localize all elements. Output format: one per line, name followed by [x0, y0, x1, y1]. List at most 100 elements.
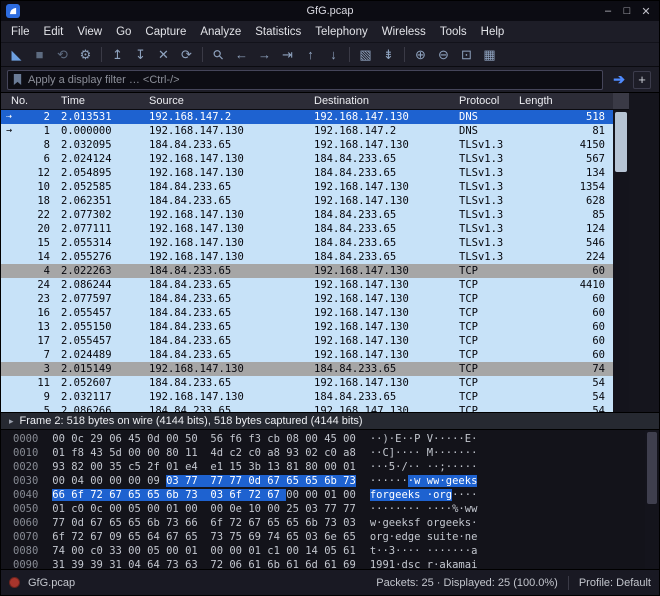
hex-byte[interactable]: 00	[109, 503, 128, 515]
hex-byte[interactable]: 77	[324, 503, 343, 515]
hex-byte[interactable]: 00	[147, 447, 166, 459]
hex-byte[interactable]: f8	[71, 447, 90, 459]
menu-edit[interactable]: Edit	[37, 23, 71, 41]
expert-info-icon[interactable]	[9, 577, 20, 588]
hex-row-0050[interactable]: 005001 c0 0c 00 05 00 01 00 00 0e 10 00 …	[13, 502, 659, 516]
zoom-in-icon[interactable]: ⊕	[409, 45, 432, 65]
hex-byte[interactable]: 00	[147, 503, 166, 515]
hex-byte[interactable]: 80	[166, 447, 185, 459]
zoom-out-icon[interactable]: ⊖	[432, 45, 455, 65]
hex-byte[interactable]: 00	[52, 475, 71, 487]
hex-byte[interactable]: 00	[90, 461, 109, 473]
packet-row-2[interactable]: ⇢22.013531192.168.147.2192.168.147.130DN…	[1, 110, 613, 124]
packet-row-5[interactable]: 52.086266184.84.233.65192.168.147.130TCP…	[1, 404, 613, 412]
packet-row-22[interactable]: 222.077302192.168.147.130184.84.233.65TL…	[1, 208, 613, 222]
capture-options-icon[interactable]: ⚙	[74, 45, 97, 65]
hex-byte[interactable]: 00	[229, 545, 248, 557]
hex-byte[interactable]: 6b	[324, 475, 343, 487]
hex-byte[interactable]: c2	[229, 447, 248, 459]
hex-byte[interactable]: 74	[267, 531, 286, 543]
hex-byte[interactable]: 03	[343, 517, 356, 529]
hex-byte[interactable]: 03	[305, 531, 324, 543]
stop-capture-icon[interactable]: ■	[28, 45, 51, 65]
hex-byte[interactable]: 77	[343, 503, 356, 515]
hex-byte[interactable]: 31	[52, 559, 71, 569]
add-filter-button[interactable]: +	[633, 71, 651, 89]
hex-byte[interactable]: 01	[324, 489, 343, 501]
hex-byte[interactable]: cb	[267, 433, 286, 445]
hex-byte[interactable]: 01	[166, 503, 185, 515]
packet-row-6[interactable]: 62.024124192.168.147.130184.84.233.65TLS…	[1, 152, 613, 166]
hex-byte[interactable]: 0d	[248, 475, 267, 487]
hex-byte[interactable]: 04	[71, 475, 90, 487]
hex-byte[interactable]: 05	[128, 503, 147, 515]
menu-telephony[interactable]: Telephony	[308, 23, 374, 41]
hex-byte[interactable]: 00	[286, 545, 305, 557]
hex-byte[interactable]: 00	[185, 503, 210, 515]
hex-byte[interactable]: 00	[305, 433, 324, 445]
column-header-length[interactable]: Length	[513, 95, 613, 107]
hex-byte[interactable]: 6f	[71, 489, 90, 501]
hex-byte[interactable]: 72	[210, 559, 229, 569]
save-file-icon[interactable]: ↧	[129, 45, 152, 65]
hex-byte[interactable]: 05	[324, 545, 343, 557]
hex-byte[interactable]: 82	[71, 461, 90, 473]
hex-byte[interactable]: 61	[324, 559, 343, 569]
hex-byte[interactable]: 65	[286, 531, 305, 543]
hex-byte[interactable]: 6f	[210, 517, 229, 529]
hex-byte[interactable]: 39	[71, 559, 90, 569]
packet-row-7[interactable]: 72.024489184.84.233.65192.168.147.130TCP…	[1, 348, 613, 362]
packet-list-scrollbar[interactable]	[613, 110, 629, 412]
packet-row-8[interactable]: 82.032095184.84.233.65192.168.147.130TLS…	[1, 138, 613, 152]
hex-byte[interactable]: 66	[185, 517, 210, 529]
hex-byte[interactable]: 73	[343, 475, 356, 487]
hex-byte[interactable]: 00	[324, 461, 343, 473]
hex-byte[interactable]: 2f	[147, 461, 166, 473]
hex-byte[interactable]: 77	[229, 475, 248, 487]
packet-row-16[interactable]: 162.055457184.84.233.65192.168.147.130TC…	[1, 306, 613, 320]
hex-byte[interactable]: 00	[128, 475, 147, 487]
hex-byte[interactable]: 81	[286, 461, 305, 473]
hex-byte[interactable]: 56	[210, 433, 229, 445]
menu-capture[interactable]: Capture	[138, 23, 193, 41]
hex-row-0090[interactable]: 009031 39 39 31 04 64 73 63 72 06 61 6b …	[13, 558, 659, 569]
hex-byte[interactable]: 61	[343, 545, 356, 557]
menu-help[interactable]: Help	[474, 23, 512, 41]
hex-byte[interactable]: 05	[147, 545, 166, 557]
packet-details-pane[interactable]: ▸ Frame 2: 518 bytes on wire (4144 bits)…	[1, 412, 659, 430]
hex-byte[interactable]: 00	[52, 433, 71, 445]
hex-byte[interactable]: 6b	[267, 559, 286, 569]
hex-byte[interactable]: 6b	[305, 517, 324, 529]
column-header-no[interactable]: No.	[1, 95, 55, 107]
hex-byte[interactable]: 06	[109, 433, 128, 445]
hex-byte[interactable]: 6f	[229, 489, 248, 501]
hex-byte[interactable]: 00	[305, 489, 324, 501]
hex-byte[interactable]: 65	[128, 489, 147, 501]
hex-byte[interactable]: 72	[71, 531, 90, 543]
resize-columns-icon[interactable]: ▦	[478, 45, 501, 65]
packet-row-11[interactable]: 112.052607184.84.233.65192.168.147.130TC…	[1, 376, 613, 390]
hex-row-0070[interactable]: 00706f 72 67 09 65 64 67 65 73 75 69 74 …	[13, 530, 659, 544]
restart-capture-icon[interactable]: ⟲	[51, 45, 74, 65]
hex-byte[interactable]: 00	[343, 489, 356, 501]
hex-byte[interactable]: 33	[109, 545, 128, 557]
goto-packet-icon[interactable]: ⇥	[276, 45, 299, 65]
hex-byte[interactable]: 73	[324, 517, 343, 529]
hex-byte[interactable]: 01	[166, 461, 185, 473]
open-file-icon[interactable]: ↥	[106, 45, 129, 65]
hex-byte[interactable]: 65	[343, 531, 356, 543]
hex-byte[interactable]: 67	[267, 475, 286, 487]
hex-byte[interactable]: 43	[90, 447, 109, 459]
hex-byte[interactable]: 0d	[71, 517, 90, 529]
menu-analyze[interactable]: Analyze	[193, 23, 248, 41]
hex-byte[interactable]: 73	[166, 517, 185, 529]
hex-byte[interactable]: 72	[229, 517, 248, 529]
hex-byte[interactable]: 50	[185, 433, 210, 445]
filter-bookmark-icon[interactable]	[12, 73, 23, 86]
hex-byte[interactable]: 00	[128, 447, 147, 459]
go-back-icon[interactable]: ←	[230, 45, 253, 65]
column-header-source[interactable]: Source	[143, 95, 308, 107]
hex-byte[interactable]: 72	[248, 489, 267, 501]
hex-byte[interactable]: c0	[90, 545, 109, 557]
hex-byte[interactable]: 74	[52, 545, 71, 557]
